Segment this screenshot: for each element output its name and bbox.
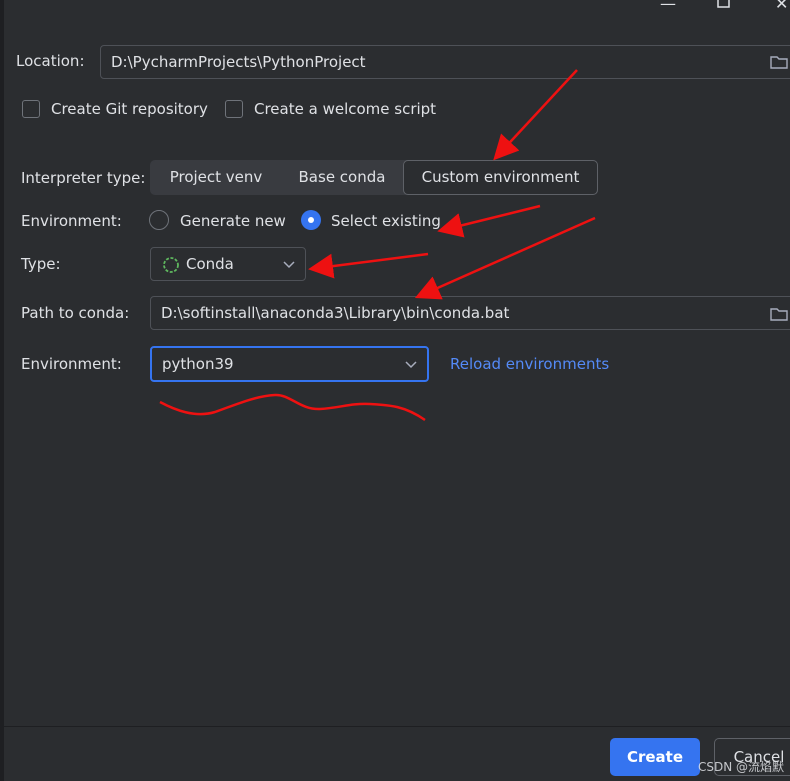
select-existing-radio[interactable] [301,210,321,230]
annotation-arrow [414,216,596,300]
maximize-icon[interactable] [717,0,731,15]
footer-divider [0,726,790,727]
type-label: Type: [21,255,61,273]
conda-path-label: Path to conda: [21,304,130,322]
conda-icon [163,257,179,273]
location-value: D:\PycharmProjects\PythonProject [111,53,366,71]
reload-environments-link[interactable]: Reload environments [450,355,609,373]
select-existing-label: Select existing [331,212,441,230]
welcome-script-label: Create a welcome script [254,100,437,118]
close-icon[interactable]: ✕ [775,0,788,13]
type-value: Conda [186,255,234,273]
environment-value: python39 [162,355,234,373]
generate-new-radio[interactable] [149,210,169,230]
git-repo-label: Create Git repository [51,100,208,118]
environment-combo[interactable]: python39 [150,346,429,382]
left-edge-strip [0,0,4,781]
tab-base-conda[interactable]: Base conda [281,161,403,194]
type-combo[interactable]: Conda [150,247,306,281]
tab-custom-environment[interactable]: Custom environment [403,160,598,195]
tab-project-venv[interactable]: Project venv [151,161,281,194]
environment-label: Environment: [21,355,122,373]
folder-icon[interactable] [770,55,788,69]
location-label: Location: [16,52,85,70]
interpreter-type-segmented: Project venv Base conda Custom environme… [150,160,598,195]
chevron-down-icon [283,261,295,269]
welcome-script-checkbox[interactable] [225,100,243,118]
annotation-arrow [308,252,429,279]
watermark-text: CSDN @流焰默 [697,760,784,774]
annotation-squiggle [159,393,426,422]
annotation-arrow [437,204,541,238]
minimize-icon[interactable]: — [660,0,676,13]
conda-path-field[interactable]: D:\softinstall\anaconda3\Library\bin\con… [150,296,790,330]
chevron-down-icon [405,361,417,369]
conda-path-value: D:\softinstall\anaconda3\Library\bin\con… [161,304,510,322]
interpreter-type-label: Interpreter type: [21,169,146,187]
annotation-arrow [493,69,578,161]
git-repo-checkbox[interactable] [22,100,40,118]
create-button[interactable]: Create [610,738,700,776]
location-field[interactable]: D:\PycharmProjects\PythonProject [100,45,790,79]
environment-mode-label: Environment: [21,212,122,230]
folder-icon[interactable] [770,307,788,321]
generate-new-label: Generate new [180,212,286,230]
